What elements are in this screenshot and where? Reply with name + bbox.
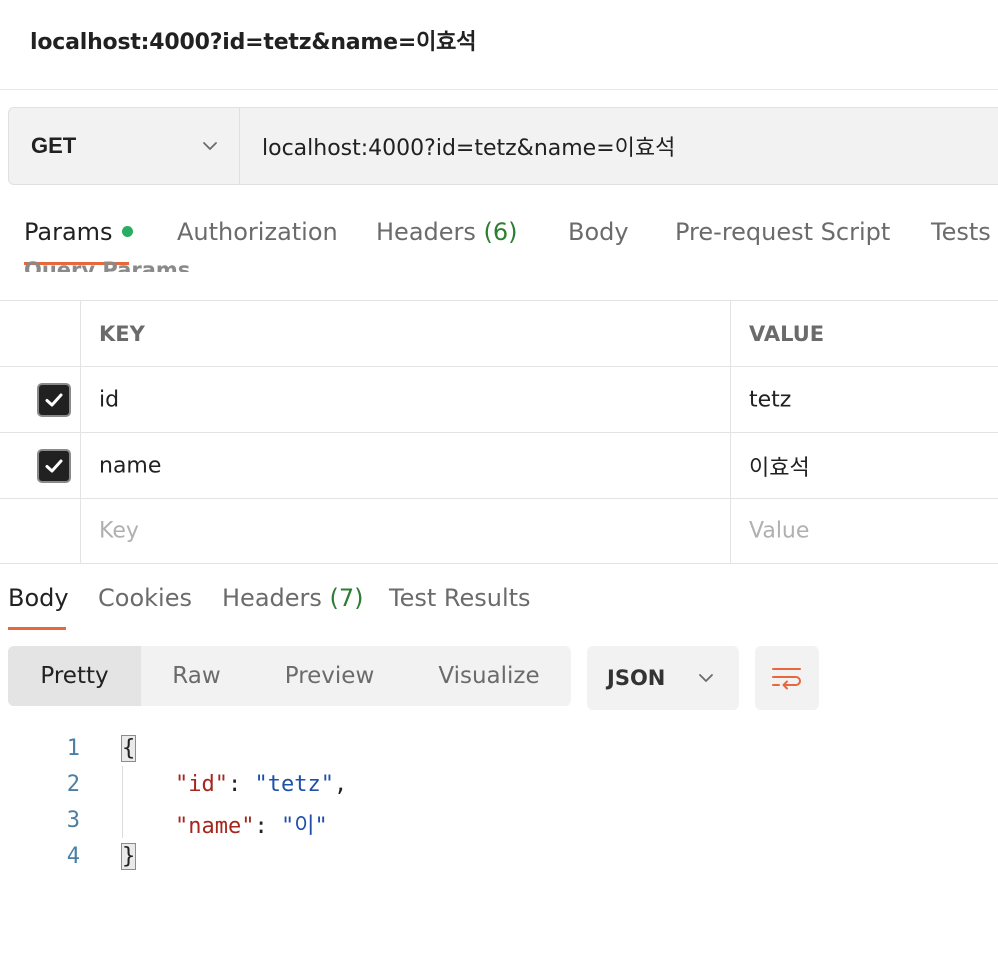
response-code-view[interactable]: 1 { 2 "id": "tetz", 3 "name": "이" 4 } — [0, 730, 998, 874]
param-key: id — [99, 387, 120, 412]
value-cell[interactable]: 이효석 — [731, 433, 998, 498]
key-column-header: KEY — [81, 301, 731, 366]
tab-params[interactable]: Params — [24, 218, 133, 246]
param-enabled-checkbox[interactable] — [37, 382, 71, 417]
wrap-lines-icon — [772, 668, 801, 690]
check-icon — [45, 393, 63, 406]
param-enabled-checkbox[interactable] — [37, 448, 71, 483]
query-params-heading: Query Params — [24, 258, 191, 272]
url-input[interactable]: localhost:4000?id=tetz&name=이효석 — [240, 108, 998, 184]
json-key-name: "name" — [174, 814, 255, 839]
new-value-cell[interactable]: Value — [731, 499, 998, 563]
line-number: 1 — [66, 736, 80, 761]
method-select[interactable]: GET — [9, 108, 240, 184]
response-tab-cookies[interactable]: Cookies — [98, 584, 192, 612]
table-header-row: KEY VALUE — [0, 300, 998, 366]
response-tab-body[interactable]: Body — [8, 584, 69, 612]
key-cell[interactable]: id — [81, 367, 731, 432]
row-checkbox-cell — [0, 499, 81, 563]
view-preview[interactable]: Preview — [252, 646, 407, 706]
title-divider — [0, 89, 998, 90]
format-select[interactable]: JSON — [587, 646, 739, 710]
tab-pre-request-script[interactable]: Pre-request Script — [675, 218, 890, 246]
chevron-down-icon — [203, 142, 217, 150]
json-value-name: "이" — [280, 814, 328, 839]
format-label: JSON — [607, 666, 666, 690]
table-row: name 이효석 — [0, 432, 998, 498]
table-row: id tetz — [0, 366, 998, 432]
params-table: KEY VALUE id tetz name 이효석 Key Value — [0, 300, 998, 564]
line-number: 3 — [66, 808, 80, 833]
json-value-id: "tetz" — [254, 772, 334, 797]
tab-body[interactable]: Body — [568, 218, 629, 246]
value-column-header: VALUE — [731, 301, 998, 366]
open-brace: { — [120, 735, 137, 762]
method-label: GET — [31, 133, 77, 158]
tab-headers-count: (6) — [483, 218, 518, 246]
response-tab-headers[interactable]: Headers (7) — [222, 584, 364, 612]
check-icon — [45, 459, 63, 472]
url-bar: GET localhost:4000?id=tetz&name=이효석 — [8, 107, 998, 185]
key-placeholder: Key — [99, 518, 139, 544]
params-indicator-dot — [121, 225, 133, 237]
view-raw[interactable]: Raw — [141, 646, 252, 706]
view-pretty[interactable]: Pretty — [8, 646, 141, 706]
view-mode-control: Pretty Raw Preview Visualize — [8, 646, 571, 706]
code-line: 1 { — [0, 730, 998, 766]
response-tab-headers-count: (7) — [329, 584, 364, 612]
request-title[interactable]: localhost:4000?id=tetz&name=이효석 — [30, 24, 476, 56]
response-tab-underline — [8, 627, 66, 630]
tab-tests[interactable]: Tests — [931, 218, 991, 246]
line-number: 2 — [66, 772, 80, 797]
view-visualize[interactable]: Visualize — [407, 646, 571, 706]
code-line: 3 "name": "이" — [0, 802, 998, 839]
param-value: 이효석 — [749, 455, 810, 481]
row-checkbox-cell — [0, 367, 81, 432]
tab-headers-label: Headers — [376, 218, 476, 246]
value-placeholder: Value — [749, 518, 810, 544]
checkbox-column-header — [0, 301, 81, 366]
param-key: name — [99, 453, 162, 478]
postman-request-view: { "request": { "title": "localhost:4000?… — [0, 0, 998, 978]
response-tabs: Body Cookies Headers (7) Test Results — [0, 580, 998, 630]
row-checkbox-cell — [0, 433, 81, 498]
code-line: 4 } — [0, 838, 998, 874]
param-value: tetz — [749, 387, 792, 412]
wrap-lines-button[interactable] — [755, 646, 819, 710]
tab-params-label: Params — [24, 218, 113, 246]
key-header-label: KEY — [99, 321, 145, 346]
value-header-label: VALUE — [749, 321, 825, 346]
response-tab-headers-label: Headers — [222, 584, 322, 612]
line-number: 4 — [66, 844, 80, 869]
response-tab-test-results[interactable]: Test Results — [389, 584, 531, 612]
key-cell[interactable]: name — [81, 433, 731, 498]
tab-authorization[interactable]: Authorization — [177, 218, 338, 246]
tab-headers[interactable]: Headers (6) — [376, 218, 518, 246]
new-key-cell[interactable]: Key — [81, 499, 731, 563]
chevron-down-icon — [699, 674, 713, 682]
close-brace: } — [120, 843, 137, 870]
code-line: 2 "id": "tetz", — [0, 766, 998, 802]
value-cell[interactable]: tetz — [731, 367, 998, 432]
json-key-id: "id" — [174, 772, 228, 797]
table-row-new: Key Value — [0, 498, 998, 564]
